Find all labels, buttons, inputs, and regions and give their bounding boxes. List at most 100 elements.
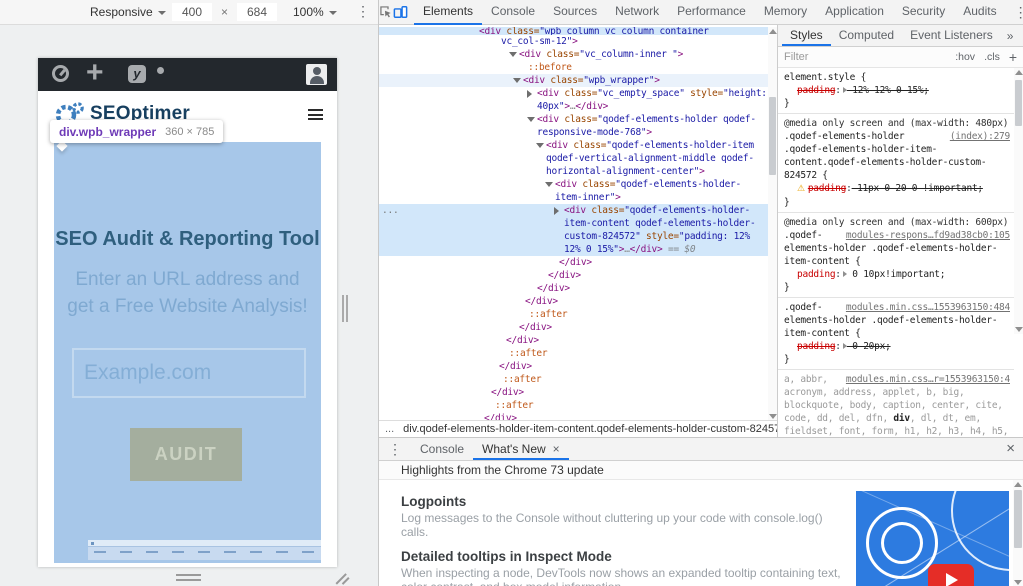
dom-tree-line[interactable]: vc_col-sm-12"> <box>379 35 768 48</box>
tab-close-icon[interactable]: × <box>553 438 560 460</box>
dom-tree-line[interactable]: </div> <box>379 386 768 399</box>
pseudo-state-toggle[interactable]: :hov <box>955 51 975 63</box>
style-rule[interactable]: @media only screen and (max-width: 480px… <box>778 114 1014 213</box>
stylesheet-source-link[interactable]: modules-respons…fd9ad38cb0:105 <box>846 229 1010 242</box>
dom-tree-line[interactable]: ::after <box>379 308 768 321</box>
drawer-menu-icon[interactable]: ⋮ <box>379 441 411 457</box>
drawer-close-icon[interactable]: × <box>998 440 1023 457</box>
style-rule[interactable]: element.style {padding: 12% 12% 0 15%;} <box>778 68 1014 114</box>
scroll-up-icon[interactable] <box>769 29 777 34</box>
dom-tree-line[interactable]: ::before <box>379 61 768 74</box>
dom-tree-line[interactable]: </div> <box>379 321 768 334</box>
tree-expand-arrow-icon[interactable] <box>554 207 559 215</box>
dom-breadcrumb[interactable]: ... div.qodef-elements-holder-item-conten… <box>379 420 777 437</box>
viewport-width-input[interactable] <box>172 3 212 21</box>
whats-new-heading[interactable]: Logpoints <box>401 494 841 510</box>
dom-tree-line[interactable]: </div> <box>379 256 768 269</box>
dom-tree-line[interactable]: </div> <box>379 412 768 420</box>
breadcrumb-ellipsis[interactable]: ... <box>385 423 394 435</box>
scroll-up-icon[interactable] <box>1015 70 1023 75</box>
styles-tab-event-listeners[interactable]: Event Listeners <box>902 25 1001 46</box>
scroll-down-icon[interactable] <box>1014 580 1022 585</box>
dom-tree-line[interactable]: <div class="vc_empty_space" style="heigh… <box>379 87 768 113</box>
css-property[interactable]: padding: 0 20px; <box>784 340 1010 353</box>
tree-collapse-arrow-icon[interactable] <box>536 143 544 148</box>
style-rule[interactable]: @media only screen and (max-width: 600px… <box>778 213 1014 298</box>
drawer-tab-console[interactable]: Console <box>411 438 473 460</box>
style-rule[interactable]: modules.min.css…1553963150:484.qodef-ele… <box>778 298 1014 370</box>
element-classes-toggle[interactable]: .cls <box>984 51 1000 63</box>
styles-filter-input[interactable] <box>784 51 955 63</box>
rule-selector[interactable]: modules-respons…fd9ad38cb0:105.qodef-ele… <box>784 229 1010 268</box>
device-type-dropdown[interactable]: Responsive <box>90 4 166 21</box>
tree-expand-arrow-icon[interactable] <box>527 90 532 98</box>
stylesheet-source-link[interactable]: modules.min.css…r=1553963150:4 <box>846 373 1010 386</box>
new-content-plus-icon[interactable]: + <box>86 55 104 91</box>
drawer-scrollbar[interactable] <box>1013 480 1023 586</box>
whats-new-heading[interactable]: Detailed tooltips in Inspect Mode <box>401 549 841 565</box>
style-rule[interactable]: modules.min.css…r=1553963150:4a, abbr, a… <box>778 370 1014 437</box>
scroll-up-icon[interactable] <box>1014 482 1022 487</box>
stylesheet-source-link[interactable]: modules.min.css…1553963150:484 <box>846 301 1010 314</box>
dom-tree-line[interactable]: </div> <box>379 269 768 282</box>
breadcrumb-item[interactable]: div.qodef-elements-holder-item-content.q… <box>403 423 777 435</box>
styles-tab-styles[interactable]: Styles <box>782 25 831 46</box>
dom-tree-line[interactable]: </div> <box>379 334 768 347</box>
devtools-tab-application[interactable]: Application <box>816 0 893 25</box>
css-property[interactable]: padding: 12% 12% 0 15%; <box>784 84 1010 97</box>
inspect-element-icon[interactable] <box>379 0 393 24</box>
scroll-down-icon[interactable] <box>1015 327 1023 332</box>
dom-tree-line[interactable]: <div class="qodef-elements-holder-item q… <box>379 139 768 178</box>
tree-collapse-arrow-icon[interactable] <box>527 117 535 122</box>
scroll-down-icon[interactable] <box>769 414 777 419</box>
viewport-height-input[interactable] <box>237 3 277 21</box>
dom-tree-line[interactable]: </div> <box>379 295 768 308</box>
yoast-seo-icon[interactable]: y <box>128 65 146 83</box>
dom-tree-line[interactable]: <div class="qodef-elements-holder-item-i… <box>379 178 768 204</box>
dom-tree-line[interactable]: <div class="wpb_column vc_column_contain… <box>379 27 768 35</box>
rule-selector[interactable]: element.style { <box>784 71 1010 84</box>
dom-tree-line[interactable]: ::after <box>379 399 768 412</box>
device-toolbar-menu-icon[interactable]: ⋮ <box>356 3 370 19</box>
elements-scrollbar[interactable] <box>768 27 777 421</box>
css-property[interactable]: ⚠padding: 11px 0 20 0 !important; <box>784 182 1010 196</box>
rule-selector[interactable]: modules.min.css…r=1553963150:4a, abbr, a… <box>784 373 1010 437</box>
hamburger-menu-icon[interactable] <box>308 109 323 123</box>
tree-collapse-arrow-icon[interactable] <box>545 182 553 187</box>
stylesheet-source-link[interactable]: (index):279 <box>950 130 1010 143</box>
dom-tree-line[interactable]: <div class="vc_column-inner "> <box>379 48 768 61</box>
devtools-tab-security[interactable]: Security <box>893 0 954 25</box>
tree-collapse-arrow-icon[interactable] <box>513 78 521 83</box>
devtools-tab-sources[interactable]: Sources <box>544 0 606 25</box>
devtools-resize-handle[interactable] <box>342 295 350 327</box>
dom-tree-line[interactable]: ::after <box>379 347 768 360</box>
play-button-icon[interactable] <box>928 564 974 586</box>
rule-selector[interactable]: modules.min.css…1553963150:484.qodef-ele… <box>784 301 1010 340</box>
user-avatar-icon[interactable] <box>306 64 327 85</box>
new-style-rule-icon[interactable]: + <box>1009 49 1017 65</box>
tree-collapse-arrow-icon[interactable] <box>509 52 517 57</box>
scrollbar-thumb[interactable] <box>769 97 776 175</box>
dom-tree-line[interactable]: <div class="qodef-elements-holder qodef-… <box>379 113 768 139</box>
scrollbar-thumb[interactable] <box>1015 80 1022 126</box>
css-property[interactable]: padding: 0 10px!important; <box>784 268 1010 281</box>
styles-scrollbar[interactable] <box>1014 68 1023 334</box>
tab-overflow-chevron-icon[interactable]: » <box>1001 29 1020 43</box>
rule-selector[interactable]: (index):279.qodef-elements-holder .qodef… <box>784 130 1010 182</box>
dom-tree-line[interactable]: </div> <box>379 282 768 295</box>
audit-button[interactable]: AUDIT <box>130 428 242 481</box>
devtools-tab-performance[interactable]: Performance <box>668 0 755 25</box>
drawer-tab-whats-new[interactable]: What's New× <box>473 438 569 460</box>
video-thumbnail[interactable]: ne <box>856 491 1009 586</box>
zoom-dropdown[interactable]: 100% <box>293 4 337 21</box>
devtools-tab-elements[interactable]: Elements <box>414 0 482 25</box>
dom-tree-line[interactable]: ...<div class="qodef-elements-holder-ite… <box>379 204 768 256</box>
toggle-device-toolbar-icon[interactable] <box>393 0 408 24</box>
devtools-menu-icon[interactable]: ⋮ <box>1006 4 1023 20</box>
devtools-tab-audits[interactable]: Audits <box>954 0 1005 25</box>
scrollbar-thumb[interactable] <box>1014 490 1022 548</box>
devtools-tab-network[interactable]: Network <box>606 0 668 25</box>
styles-tab-computed[interactable]: Computed <box>831 25 902 46</box>
url-input[interactable] <box>72 348 306 398</box>
viewport-height-resize-handle[interactable] <box>176 574 201 584</box>
